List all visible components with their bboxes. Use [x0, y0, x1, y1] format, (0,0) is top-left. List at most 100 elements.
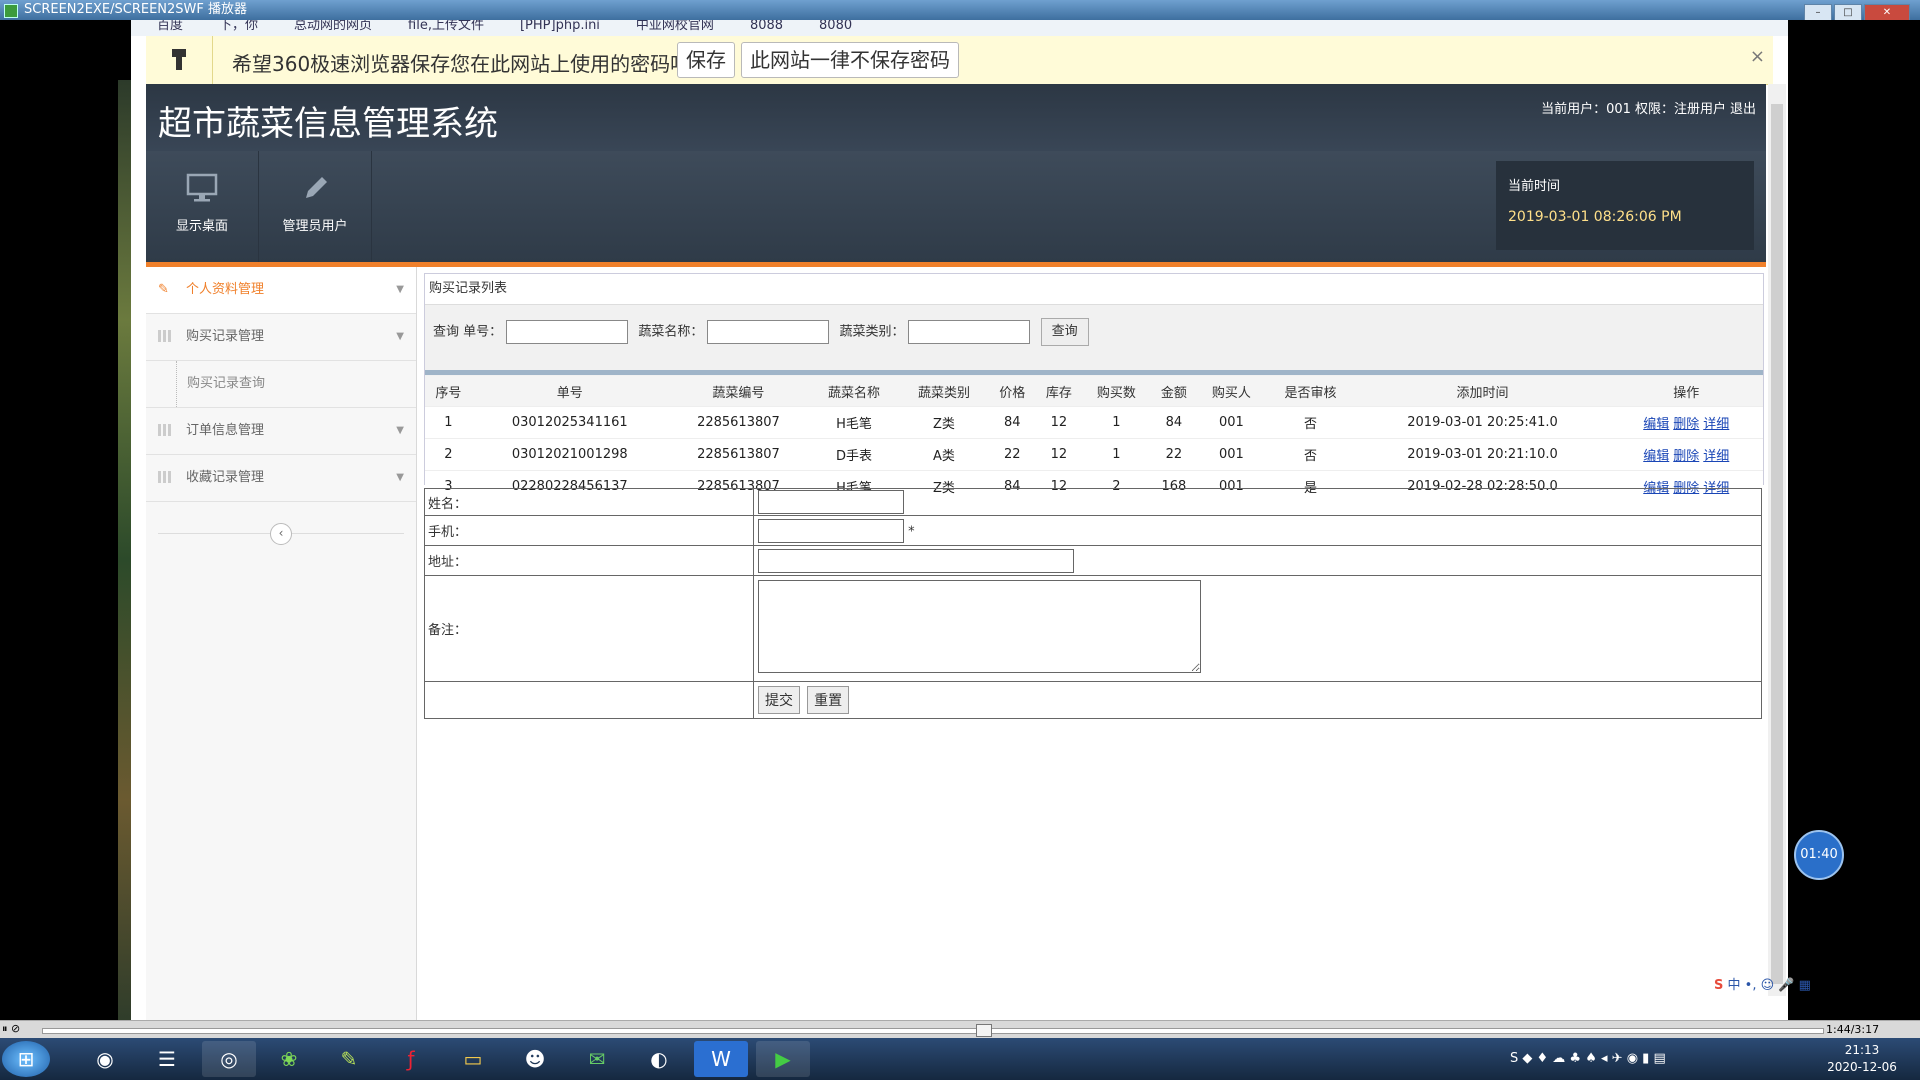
toolbar-show-desktop[interactable]: 显示桌面	[146, 151, 259, 262]
sidebar-collapse-button[interactable]: ‹	[270, 523, 292, 545]
player-title-bar: SCREEN2EXE/SCREEN2SWF 播放器 – □ ✕	[0, 0, 1920, 21]
toolbar-admin-user[interactable]: 管理员用户	[259, 151, 372, 262]
sidebar-item-profile[interactable]: ✎ 个人资料管理 ▼	[146, 267, 416, 314]
table-cell: 84	[1150, 406, 1198, 439]
purchase-record-panel: 购买记录列表 查询 单号： 蔬菜名称： 蔬菜类别： 查询 序号 单号 蔬菜编号 蔬菜名…	[424, 273, 1764, 502]
ime-toolbar[interactable]: S 中 •, ☺ 🎤 ▦	[1714, 974, 1920, 998]
recorder-icon[interactable]: ◐	[632, 1041, 686, 1077]
table-cell: 否	[1265, 406, 1356, 439]
qq-icon[interactable]: ☻	[508, 1041, 562, 1077]
notepad-icon[interactable]: ✎	[322, 1041, 376, 1077]
reset-button[interactable]: 重置	[807, 686, 850, 714]
sidebar-subitem-purchase-query[interactable]: 购买记录查询	[146, 361, 416, 408]
bookmark-item[interactable]: 总动网的网页	[294, 20, 372, 33]
veg-name-input[interactable]	[707, 320, 830, 344]
column-header: 库存	[1035, 376, 1083, 407]
close-window-button[interactable]: ✕	[1864, 4, 1910, 21]
app-icon[interactable]: ☰	[140, 1041, 194, 1077]
table-cell: 1	[425, 406, 472, 439]
phone-input[interactable]	[758, 518, 904, 543]
vertical-scrollbar[interactable]	[1768, 84, 1786, 996]
green-app-icon[interactable]: ❀	[262, 1041, 316, 1077]
flash-icon[interactable]: ƒ	[384, 1041, 438, 1077]
wechat-icon[interactable]: ✉	[570, 1041, 624, 1077]
address-input[interactable]	[758, 548, 1074, 573]
name-input[interactable]	[758, 490, 904, 514]
table-cell: 1	[1082, 438, 1151, 471]
browser-360-icon[interactable]: ◎	[202, 1041, 256, 1077]
column-header: 是否审核	[1265, 376, 1356, 407]
bookmark-item[interactable]: 8088	[750, 20, 783, 33]
sidebar-item-favorites[interactable]: 收藏记录管理 ▼	[146, 455, 416, 502]
player-taskbar-icon[interactable]: ▶	[756, 1041, 810, 1077]
seek-knob[interactable]	[976, 1024, 992, 1037]
order-no-label: 单号：	[463, 324, 503, 340]
word-icon[interactable]: W	[694, 1041, 748, 1077]
logout-link[interactable]: 退出	[1730, 102, 1756, 117]
column-header: 单号	[471, 376, 668, 407]
column-header: 购买人	[1197, 376, 1266, 407]
taskbar-clock[interactable]: 21:13 2020-12-06	[1822, 1042, 1902, 1076]
delete-link[interactable]: 删除	[1673, 417, 1699, 432]
bookmark-item[interactable]: [PHP]php.ini	[520, 20, 600, 33]
edit-link[interactable]: 编辑	[1643, 417, 1669, 432]
table-cell: 001	[1197, 438, 1266, 471]
player-app-icon	[4, 4, 18, 18]
detail-link[interactable]: 详细	[1703, 449, 1729, 464]
column-header: 蔬菜名称	[809, 376, 899, 407]
purchase-record-table: 序号 单号 蔬菜编号 蔬菜名称 蔬菜类别 价格 库存 购买数 金额 购买人 是否审核 添加时间 操作 1…	[425, 376, 1763, 502]
column-header: 金额	[1150, 376, 1198, 407]
sidebar-item-label: 购买记录管理	[186, 329, 265, 344]
search-row: 查询 单号： 蔬菜名称： 蔬菜类别： 查询	[433, 318, 1089, 346]
minimize-button[interactable]: –	[1804, 4, 1832, 21]
maximize-button[interactable]: □	[1834, 4, 1862, 21]
phone-label: 手机：	[424, 515, 754, 546]
player-seekbar[interactable]: ⏸ ⊘ 1:44/3:17	[0, 1020, 1920, 1039]
sidebar-item-purchase[interactable]: 购买记录管理 ▼	[146, 314, 416, 361]
chrome-icon[interactable]: ◉	[78, 1041, 132, 1077]
never-save-button[interactable]: 此网站一律不保存密码	[741, 42, 959, 78]
column-header: 序号	[425, 376, 472, 407]
table-cell: 12	[1035, 406, 1083, 439]
current-time-box: 当前时间 2019-03-01 08:26:06 PM	[1496, 161, 1754, 250]
bookmarks-bar: 百度 下，你 总动网的网页 file,上传文件 [PHP]php.ini 中亚网校官网 80…	[131, 20, 1788, 36]
table-cell: 2019-03-01 20:25:41.0	[1355, 406, 1610, 439]
bookmark-item[interactable]: file,上传文件	[408, 20, 484, 33]
column-header: 蔬菜类别	[898, 376, 989, 407]
bookmark-item[interactable]: 中亚网校官网	[636, 20, 714, 33]
bookmark-item[interactable]: 百度	[157, 20, 183, 33]
delete-link[interactable]: 删除	[1673, 449, 1699, 464]
timer-bubble[interactable]: 01:40	[1794, 830, 1844, 880]
save-password-button[interactable]: 保存	[677, 42, 735, 78]
folder-icon[interactable]: ▭	[446, 1041, 500, 1077]
query-button[interactable]: 查询	[1040, 318, 1089, 346]
sidebar-item-orders[interactable]: 订单信息管理 ▼	[146, 408, 416, 455]
close-icon[interactable]: ×	[1750, 46, 1765, 67]
order-no-input[interactable]	[506, 320, 629, 344]
background-image-sliver	[118, 80, 131, 1040]
player-title: SCREEN2EXE/SCREEN2SWF 播放器	[24, 2, 247, 17]
scrollbar-thumb[interactable]	[1771, 104, 1783, 984]
system-tray[interactable]: S ◆ ♦ ☁ ♣ ♠ ◂ ✈ ◉ ▮ ▤	[1510, 1038, 1810, 1080]
detail-link[interactable]: 详细	[1703, 417, 1729, 432]
bookmark-item[interactable]: 8080	[819, 20, 852, 33]
app-toolbar: 显示桌面 管理员用户 当前时间 2019-03-01 08:26:06 PM	[146, 151, 1766, 262]
app-page: 超市蔬菜信息管理系统 当前用户：001 权限：注册用户 退出 显示桌面 管理员用户 …	[146, 84, 1766, 1020]
table-cell: A类	[898, 438, 989, 471]
key-icon	[146, 36, 213, 84]
veg-type-input[interactable]	[908, 320, 1031, 344]
action-cell: 编辑 删除 详细	[1609, 438, 1763, 471]
pencil-icon	[306, 177, 327, 198]
current-user: 当前用户：001	[1541, 102, 1631, 117]
veg-name-label: 蔬菜名称：	[638, 324, 704, 340]
app-header: 超市蔬菜信息管理系统 当前用户：001 权限：注册用户 退出	[146, 84, 1766, 151]
seek-track[interactable]	[42, 1028, 1824, 1034]
bookmark-item[interactable]: 下，你	[219, 20, 258, 33]
desktop-left-strip	[0, 20, 131, 1040]
note-textarea[interactable]	[758, 580, 1201, 673]
edit-link[interactable]: 编辑	[1643, 449, 1669, 464]
submit-button[interactable]: 提交	[758, 686, 800, 714]
pause-icon[interactable]: ⏸ ⊘	[2, 1022, 20, 1036]
name-label: 姓名：	[424, 488, 754, 516]
start-button[interactable]: ⊞	[2, 1041, 50, 1077]
